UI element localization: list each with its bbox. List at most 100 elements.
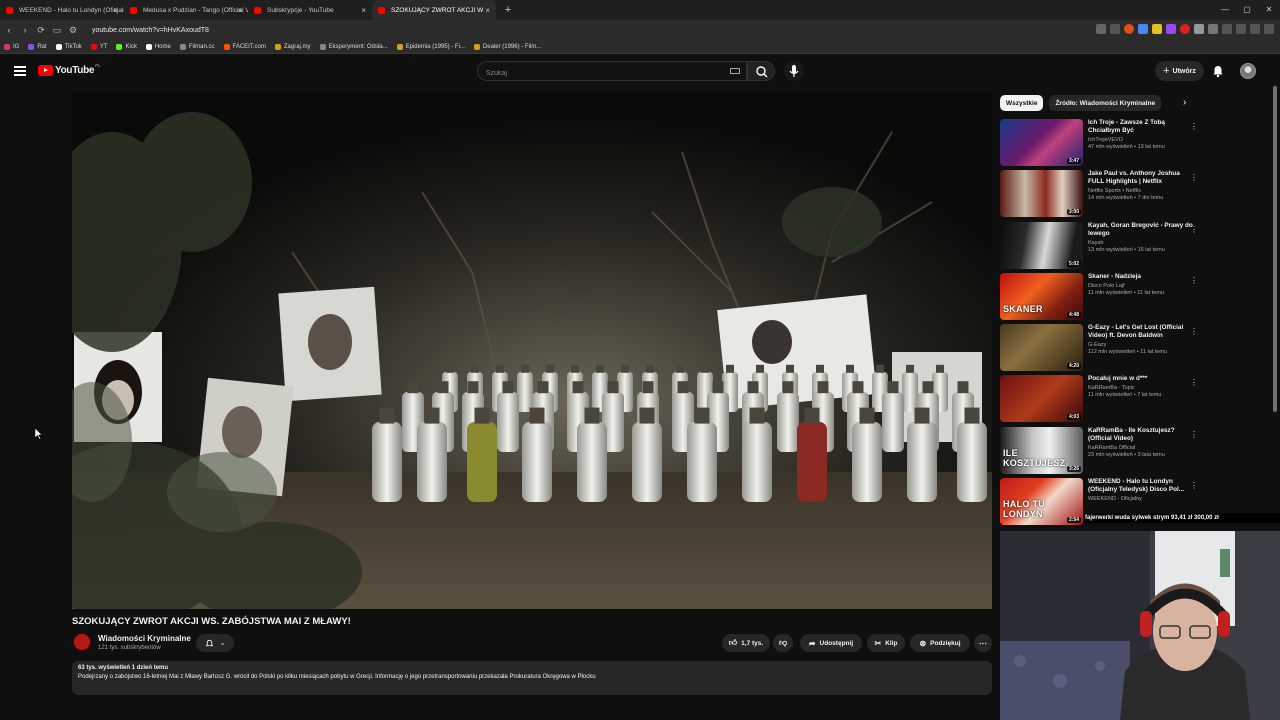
video-channel[interactable]: KaRRamBa - Topic [1088,385,1196,391]
bookmark-item[interactable]: Eksperyment: Odsła... [319,43,388,50]
video-channel[interactable]: Netflix Sports • Netflix [1088,188,1196,194]
browser-tab[interactable]: SZOKUJĄCY ZWROT AKCJI W × [372,0,496,20]
account-avatar[interactable] [1240,63,1256,79]
notifications-bell-icon[interactable] [1211,64,1225,78]
browser-tab[interactable]: WEEKEND - Halo tu Londyn (Oficjaln × [0,0,124,20]
video-thumbnail[interactable]: 3:00 [1000,170,1083,218]
bookmark-item[interactable]: TikTok [55,43,82,50]
video-channel[interactable]: Kayah [1088,240,1196,246]
create-button[interactable]: + Utwórz [1155,61,1204,81]
video-title[interactable]: Kayah, Goran Bregović - Prawy do lewego [1088,222,1196,238]
puzzle-icon[interactable] [1208,24,1218,34]
site-info-icon[interactable]: ⚙ [66,25,80,36]
voice-search-button[interactable] [784,61,804,81]
video-title[interactable]: WEEKEND - Halo tu Londyn (Oficjalny Tele… [1088,478,1196,494]
recommended-video[interactable]: 5:02 Kayah, Goran Bregović - Prawy do lew… [1000,221,1210,273]
video-title[interactable]: G-Eazy - Let's Get Lost (Official Video)… [1088,324,1196,340]
extension-icon[interactable] [1152,24,1162,34]
bookmark-item[interactable]: Rat [28,43,47,50]
scrollbar-thumb[interactable] [1273,86,1277,412]
keyboard-icon[interactable] [730,68,740,74]
new-tab-button[interactable]: + [500,2,516,18]
url-field[interactable]: youtube.com/watch?v=hHvKAxoudT8 [92,27,209,34]
reload-icon[interactable]: ⟳ [34,25,48,36]
close-window-icon[interactable]: ✕ [1258,0,1280,20]
bookmark-item[interactable]: IG [4,43,19,50]
more-vertical-icon[interactable]: ⋮ [1190,378,1198,387]
video-player[interactable] [72,92,992,609]
video-thumbnail[interactable]: HALO TU LONDYN 2:54 [1000,478,1083,526]
like-button[interactable]: 👍︎ 1,7 tys. [722,634,770,652]
video-thumbnail[interactable]: SKANER 4:48 [1000,272,1083,320]
recommended-video[interactable]: 4:20 G-Eazy - Let's Get Lost (Official Vi… [1000,324,1210,375]
recommended-video[interactable]: 3:00 Jake Paul vs. Anthony Joshua FULL Hi… [1000,170,1210,221]
close-tab-icon[interactable]: × [113,6,118,15]
maximize-icon[interactable]: ▢ [1236,0,1258,20]
recommended-video[interactable]: SKANER 4:48 Skaner - Nadzieja Disco Polo La… [1000,272,1210,324]
video-thumbnail[interactable]: 4:03 [1000,375,1083,423]
chevron-right-icon[interactable]: › [1183,97,1186,108]
more-actions-button[interactable]: ⋯ [974,634,992,652]
bookmark-item[interactable]: Zagraj.my [274,43,311,50]
extension-icon[interactable] [1194,24,1204,34]
recommended-video[interactable]: 3:47 Ich Troje - Zawsze Z Tobą Chciałbym … [1000,119,1210,170]
more-vertical-icon[interactable]: ⋮ [1190,276,1198,285]
video-channel[interactable]: KaRRamBa Official [1088,445,1196,451]
bookmark-item[interactable]: Dealer (1996) - Film... [473,43,541,50]
bookmark-item[interactable]: YT [90,43,107,50]
browser-tab[interactable]: Medusa x Pudzian - Tango (Official V × [124,0,248,20]
extension-icon[interactable] [1138,24,1148,34]
video-title[interactable]: Ich Troje - Zawsze Z Tobą Chciałbym Być [1088,119,1196,135]
channel-avatar[interactable] [73,633,91,651]
bookmark-item[interactable]: Filman.cc [179,43,215,50]
close-tab-icon[interactable]: × [361,6,366,15]
youtube-logo[interactable]: YouTube PL [38,63,101,76]
video-title[interactable]: Jake Paul vs. Anthony Joshua FULL Highli… [1088,170,1196,186]
clip-button[interactable]: ✂ Klip [867,634,905,652]
more-vertical-icon[interactable]: ⋮ [1190,430,1198,439]
search-button[interactable] [747,61,775,81]
close-tab-icon[interactable]: × [237,6,242,15]
back-icon[interactable]: ‹ [2,25,16,35]
page-scrollbar[interactable] [1272,86,1278,412]
forward-icon[interactable]: › [18,25,32,35]
bookmark-item[interactable]: Home [145,43,171,50]
more-vertical-icon[interactable]: ⋮ [1190,327,1198,336]
menu-icon[interactable] [1264,24,1274,34]
recommended-video[interactable]: 4:03 Pocałuj mnie w d*** KaRRamBa - Topic 1… [1000,375,1210,426]
more-vertical-icon[interactable]: ⋮ [1190,225,1198,234]
channel-name[interactable]: Wiadomości Kryminalne [98,634,191,643]
video-channel[interactable]: G-Eazy [1088,342,1196,348]
description-box[interactable]: 63 tys. wyświetleń 1 dzień temu Podejrza… [72,661,992,695]
subscribed-button[interactable]: ⌄ [196,634,234,652]
search-input[interactable] [478,64,718,83]
download-icon[interactable] [1222,24,1232,34]
brave-shield-icon[interactable] [1124,24,1134,34]
share-icon[interactable] [1110,24,1120,34]
filter-chip[interactable]: Wszystkie [1000,95,1044,111]
more-vertical-icon[interactable]: ⋮ [1190,122,1198,131]
video-title[interactable]: KaRRamBa - Ile Kosztujesz? (Official Vid… [1088,427,1196,443]
bookmark-item[interactable]: FACEIT.com [223,43,266,50]
video-channel[interactable]: IchTrojeVEVO [1088,137,1196,143]
video-thumbnail[interactable]: 5:02 [1000,221,1083,269]
video-thumbnail[interactable]: 4:20 [1000,324,1083,372]
browser-tab[interactable]: Subskrypcje - YouTube × [248,0,372,20]
more-vertical-icon[interactable]: ⋮ [1190,173,1198,182]
menu-icon[interactable] [14,66,26,78]
close-tab-icon[interactable]: × [485,6,490,15]
filter-chip[interactable]: Źródło: Wiadomości Kryminalne [1049,95,1162,111]
cast-icon[interactable] [1096,24,1106,34]
video-thumbnail[interactable]: ILE KOSZTUJESZ 3:26 [1000,426,1083,474]
more-vertical-icon[interactable]: ⋮ [1190,481,1198,490]
share-button[interactable]: ➦ Udostępnij [800,634,862,652]
dislike-button[interactable]: 👎︎ [773,634,793,652]
extension-icon[interactable] [1180,24,1190,34]
recommended-video[interactable]: ILE KOSZTUJESZ 3:26 KaRRamBa - Ile Kosztuj… [1000,426,1210,478]
video-channel[interactable]: Disco Polo Lajf [1088,283,1196,289]
extension-icon[interactable] [1166,24,1176,34]
sidebar-icon[interactable] [1250,24,1260,34]
video-title[interactable]: Skaner - Nadzieja [1088,273,1196,281]
minimize-icon[interactable]: — [1214,0,1236,20]
edit-icon[interactable] [1236,24,1246,34]
